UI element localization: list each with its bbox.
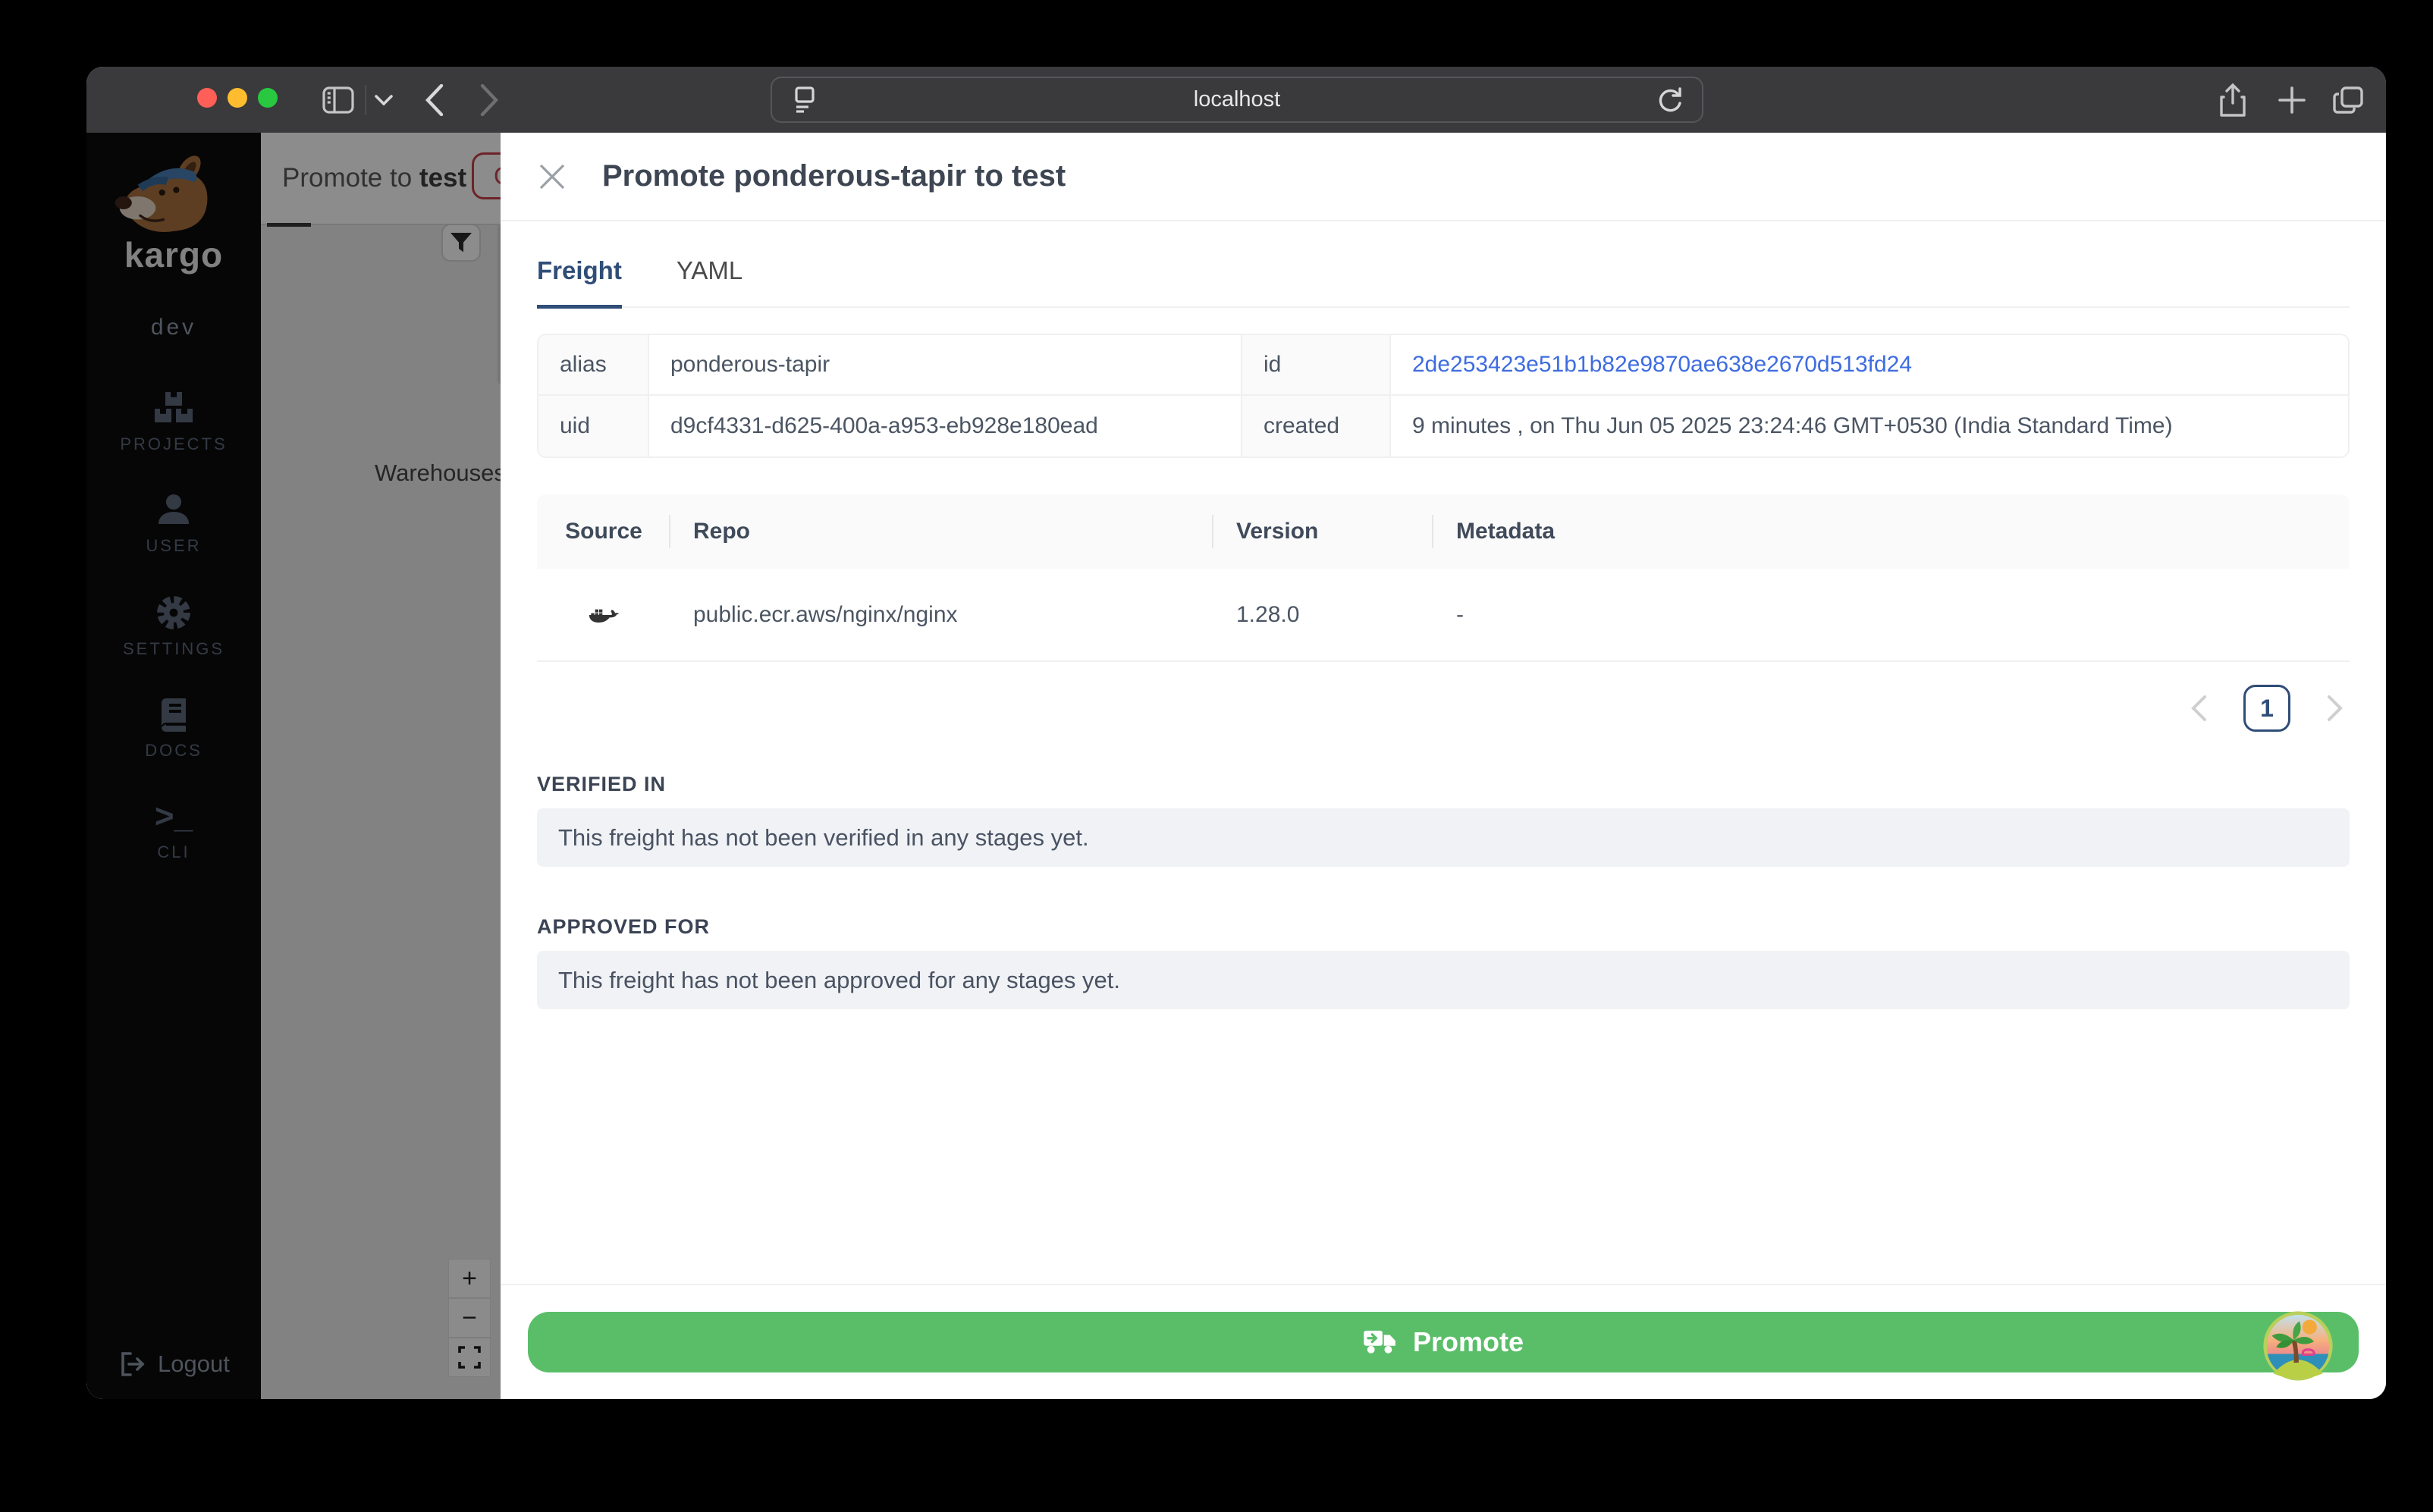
address-bar[interactable]: localhost (771, 77, 1703, 123)
close-window-button[interactable] (197, 88, 217, 108)
modal-tabs: Freight YAML (537, 256, 2350, 309)
verified-in-message: This freight has not been verified in an… (537, 808, 2350, 867)
new-tab-icon[interactable] (2269, 67, 2315, 133)
metadata-cell: - (1456, 601, 1464, 627)
id-value: 2de253423e51b1b82e9870ae638e2670d513fd24 (1391, 335, 2348, 396)
approved-for-label: APPROVED FOR (537, 915, 711, 938)
created-label: created (1242, 396, 1391, 456)
modal-footer: Promote (501, 1284, 2386, 1399)
close-icon[interactable] (537, 162, 567, 192)
tab-yaml[interactable]: YAML (677, 256, 742, 306)
artifacts-table: Source Repo Version Metadata public.ecr.… (537, 494, 2350, 662)
column-header-repo: Repo (670, 494, 1213, 569)
created-value: 9 minutes , on Thu Jun 05 2025 23:24:46 … (1391, 396, 2348, 456)
back-button[interactable] (417, 67, 452, 133)
previous-page-icon[interactable] (2190, 695, 2207, 722)
tab-freight[interactable]: Freight (537, 256, 622, 309)
toolbar-separator (365, 85, 366, 115)
column-header-version: Version (1213, 494, 1433, 569)
minimize-window-button[interactable] (228, 88, 247, 108)
sidebar-toggle-icon[interactable] (320, 67, 356, 133)
uid-label: uid (538, 396, 649, 456)
column-header-metadata: Metadata (1456, 519, 1556, 544)
version-cell: 1.28.0 (1236, 601, 1300, 627)
docker-whale-icon (589, 604, 619, 626)
promote-freight-modal: Promote ponderous-tapir to test Freight … (501, 133, 2386, 1399)
share-icon[interactable] (2210, 67, 2256, 133)
reload-icon[interactable] (1656, 85, 1684, 115)
pagination: 1 (537, 685, 2350, 732)
next-page-icon[interactable] (2327, 695, 2344, 722)
page-number-button[interactable]: 1 (2243, 685, 2290, 732)
id-label: id (1242, 335, 1391, 396)
chevron-down-icon[interactable] (370, 67, 397, 133)
freight-id-link[interactable]: 2de253423e51b1b82e9870ae638e2670d513fd24 (1412, 352, 1912, 378)
island-vacation-badge (2263, 1311, 2333, 1381)
alias-label: alias (538, 335, 649, 396)
alias-value: ponderous-tapir (649, 335, 1242, 396)
browser-window: localhost kargo dev PROJECTS USER SETTIN… (86, 67, 2386, 1399)
truck-icon (1363, 1329, 1398, 1355)
source-cell (537, 569, 670, 660)
verified-in-label: VERIFIED IN (537, 773, 667, 795)
promote-button[interactable]: Promote (528, 1312, 2359, 1372)
tab-overview-icon[interactable] (2325, 67, 2371, 133)
repo-cell: public.ecr.aws/nginx/nginx (693, 601, 958, 627)
table-row: public.ecr.aws/nginx/nginx 1.28.0 - (537, 569, 2350, 662)
forward-button[interactable] (472, 67, 507, 133)
page-icon (792, 85, 818, 115)
zoom-window-button[interactable] (258, 88, 278, 108)
modal-title: Promote ponderous-tapir to test (602, 159, 1066, 193)
uid-value: d9cf4331-d625-400a-a953-eb928e180ead (649, 396, 1242, 456)
column-header-source: Source (537, 494, 670, 569)
browser-toolbar: localhost (86, 67, 2386, 133)
approved-for-message: This freight has not been approved for a… (537, 951, 2350, 1009)
url-text: localhost (1193, 87, 1281, 111)
freight-details-table: alias ponderous-tapir id 2de253423e51b1b… (537, 334, 2350, 458)
